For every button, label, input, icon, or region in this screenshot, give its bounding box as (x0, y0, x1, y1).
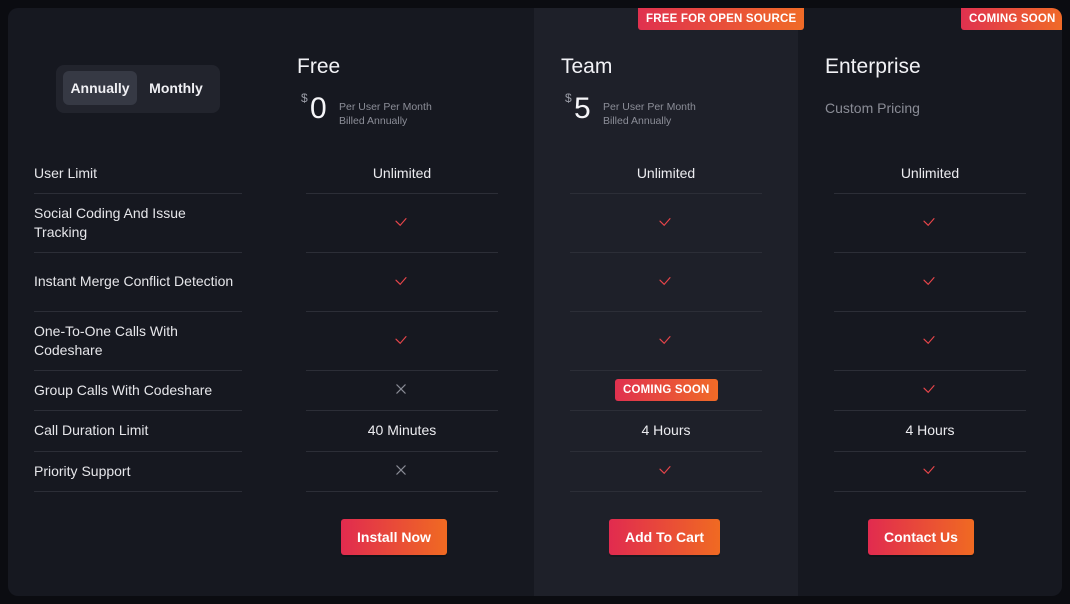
row-divider (834, 451, 1026, 452)
row-divider (834, 252, 1026, 253)
price-amount: 0 (310, 92, 327, 125)
check-icon (923, 217, 935, 226)
check-icon (659, 276, 671, 285)
plan-title-free: Free (297, 55, 341, 78)
price-per-user: Per User Per Month (603, 101, 696, 113)
row-divider (306, 252, 498, 253)
row-divider (834, 410, 1026, 411)
row-divider (306, 193, 498, 194)
row-divider (306, 410, 498, 411)
row-divider (570, 451, 762, 452)
coming-soon-badge: COMING SOON (961, 8, 1062, 30)
pricing-panel: Annually Monthly Free $ 0 Per User Per M… (8, 8, 1062, 596)
billing-toggle[interactable]: Annually Monthly (56, 65, 220, 113)
feature-value: Unlimited (900, 164, 960, 181)
row-divider (834, 370, 1026, 371)
feature-value: Unlimited (636, 164, 696, 181)
currency-symbol: $ (565, 91, 572, 105)
feature-value: 4 Hours (641, 421, 691, 438)
free-for-open-source-badge: FREE FOR OPEN SOURCE (638, 8, 805, 30)
coming-soon-badge: COMING SOON (615, 379, 718, 401)
cross-icon (396, 465, 406, 475)
feature-label: User Limit (34, 165, 98, 181)
check-icon (659, 335, 671, 344)
row-divider (834, 193, 1026, 194)
row-divider (306, 311, 498, 312)
monthly-option[interactable]: Monthly (140, 71, 212, 105)
feature-label: Call Duration Limit (34, 422, 149, 438)
cross-icon (396, 384, 406, 394)
feature-value: Unlimited (372, 164, 432, 181)
annually-option[interactable]: Annually (63, 71, 137, 105)
check-icon (395, 217, 407, 226)
row-divider (570, 370, 762, 371)
contact-us-button[interactable]: Contact Us (868, 519, 974, 555)
row-divider (570, 311, 762, 312)
plan-title-enterprise: Enterprise (825, 55, 921, 78)
feature-label: Instant Merge Conflict Detection (34, 273, 234, 289)
custom-pricing: Custom Pricing (825, 100, 920, 116)
row-divider (570, 410, 762, 411)
row-divider (570, 491, 762, 492)
row-divider (834, 491, 1026, 492)
price-description: Per User Per Month Billed Annually (339, 100, 479, 128)
check-icon (659, 466, 671, 475)
row-divider (570, 193, 762, 194)
check-icon (923, 385, 935, 394)
price-billing: Billed Annually (603, 115, 672, 127)
feature-label: Priority Support (34, 462, 131, 479)
feature-value: 40 Minutes (367, 421, 437, 438)
plan-title-team: Team (561, 55, 613, 78)
currency-symbol: $ (301, 91, 308, 105)
feature-value: 4 Hours (905, 421, 955, 438)
add-to-cart-button[interactable]: Add To Cart (609, 519, 721, 555)
check-icon (923, 335, 935, 344)
row-divider (34, 491, 242, 492)
check-icon (923, 466, 935, 475)
check-icon (659, 217, 671, 226)
feature-label: Social Coding And Issue Tracking (34, 204, 186, 240)
row-divider (570, 252, 762, 253)
price-per-user: Per User Per Month (339, 101, 432, 113)
check-icon (395, 276, 407, 285)
price-description: Per User Per Month Billed Annually (603, 100, 743, 128)
row-divider (306, 491, 498, 492)
price-amount: 5 (574, 92, 591, 125)
price-billing: Billed Annually (339, 115, 408, 127)
row-divider (834, 311, 1026, 312)
install-now-button[interactable]: Install Now (341, 519, 447, 555)
feature-label: Group Calls With Codeshare (34, 381, 213, 398)
feature-label: One-To-One Calls With Codeshare (34, 322, 178, 358)
check-icon (395, 335, 407, 344)
check-icon (923, 276, 935, 285)
row-divider (306, 451, 498, 452)
row-divider (306, 370, 498, 371)
